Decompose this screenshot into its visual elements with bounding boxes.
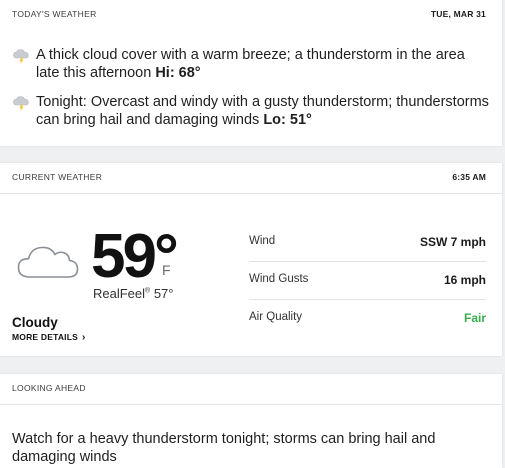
detail-label: Wind — [249, 235, 276, 247]
air-quality-value: Fair — [463, 311, 486, 325]
todays-weather-card: TODAY'S WEATHER TUE, MAR 31 A thick clou… — [0, 0, 502, 146]
cloud-icon — [16, 240, 80, 280]
chevron-right-icon: › — [82, 332, 86, 343]
detail-label: Wind Gusts — [249, 273, 309, 285]
thunderstorm-icon — [12, 48, 32, 64]
realfeel-trademark: ® — [145, 287, 151, 295]
detail-value: SSW 7 mph — [419, 235, 486, 249]
more-details-label: MORE DETAILS — [12, 332, 78, 342]
night-forecast: Tonight: Overcast and windy with a gusty… — [12, 93, 490, 129]
looking-ahead-card: LOOKING AHEAD Watch for a heavy thunders… — [0, 374, 502, 468]
detail-value: 16 mph — [443, 273, 486, 287]
temperature-unit: F — [162, 262, 171, 278]
realfeel: RealFeel® 57° — [93, 286, 174, 301]
day-high-temp: Hi: 68° — [155, 65, 201, 81]
todays-weather-header: TODAY'S WEATHER TUE, MAR 31 — [0, 0, 502, 30]
detail-row-wind: Wind SSW 7 mph — [249, 224, 486, 262]
current-weather-time: 6:35 AM — [452, 172, 486, 182]
current-weather-title: CURRENT WEATHER — [12, 172, 103, 182]
looking-ahead-text: Watch for a heavy thunderstorm tonight; … — [12, 431, 436, 465]
todays-weather-date: TUE, MAR 31 — [430, 9, 486, 19]
thunderstorm-icon — [12, 95, 32, 111]
day-forecast-text: A thick cloud cover with a warm breeze; … — [36, 47, 465, 81]
looking-ahead-title: LOOKING AHEAD — [12, 383, 86, 393]
detail-row-wind-gusts: Wind Gusts 16 mph — [249, 262, 486, 300]
current-condition: Cloudy — [12, 315, 58, 330]
current-weather-card[interactable]: CURRENT WEATHER 6:35 AM 59° F RealFeel® … — [0, 163, 502, 356]
current-weather-header: CURRENT WEATHER 6:35 AM — [0, 163, 502, 194]
current-details-list: Wind SSW 7 mph Wind Gusts 16 mph Air Qua… — [249, 224, 486, 337]
detail-label: Air Quality — [249, 311, 303, 323]
todays-weather-title: TODAY'S WEATHER — [12, 9, 97, 19]
realfeel-value: 57° — [153, 286, 174, 301]
detail-row-air-quality: Air Quality Fair — [249, 300, 486, 337]
realfeel-label: RealFeel — [93, 286, 146, 301]
looking-ahead-header: LOOKING AHEAD — [0, 374, 502, 405]
night-low-temp: Lo: 51° — [263, 112, 312, 128]
day-forecast: A thick cloud cover with a warm breeze; … — [12, 46, 490, 82]
current-temperature: 59° — [91, 222, 179, 291]
more-details-link[interactable]: MORE DETAILS › — [12, 332, 86, 343]
